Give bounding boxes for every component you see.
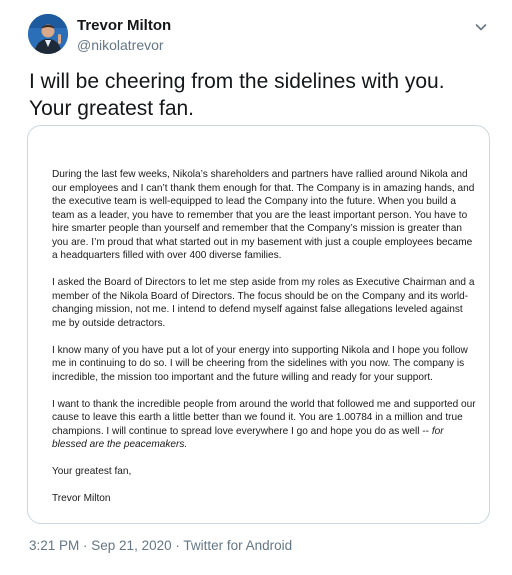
tweet: Trevor Milton @nikolatrevor I will be ch… [0,0,512,575]
author-name[interactable]: Trevor Milton [77,17,171,35]
meta-separator: · [79,538,92,553]
chevron-down-icon [475,24,487,31]
letter-paragraph: I know many of you have put a lot of you… [52,344,468,383]
author-handle[interactable]: @nikolatrevor [77,36,164,54]
tweet-date[interactable]: Sep 21, 2020 [91,538,171,553]
letter-signature: Trevor Milton [52,493,111,504]
letter-paragraph: I asked the Board of Directors to let me… [52,277,475,329]
letter-text: During the last few weeks, Nikola’s shar… [52,168,476,519]
tweet-time[interactable]: 3:21 PM [29,538,79,553]
tweet-meta: 3:21 PM · Sep 21, 2020 · Twitter for And… [29,537,292,555]
letter-paragraph: I want to thank the incredible people fr… [52,398,476,452]
avatar-photo [28,14,68,54]
tweet-text: I will be cheering from the sidelines wi… [29,70,445,120]
letter-signoff: Your greatest fan, [52,466,132,477]
more-options-button[interactable] [472,18,490,36]
letter-paragraph: During the last few weeks, Nikola’s shar… [52,169,475,261]
meta-separator: · [171,538,184,553]
letter-paragraph-text: I want to thank the incredible people fr… [52,398,476,437]
tweet-source[interactable]: Twitter for Android [183,538,292,553]
avatar[interactable] [28,14,68,54]
attached-image[interactable]: During the last few weeks, Nikola’s shar… [27,125,490,524]
